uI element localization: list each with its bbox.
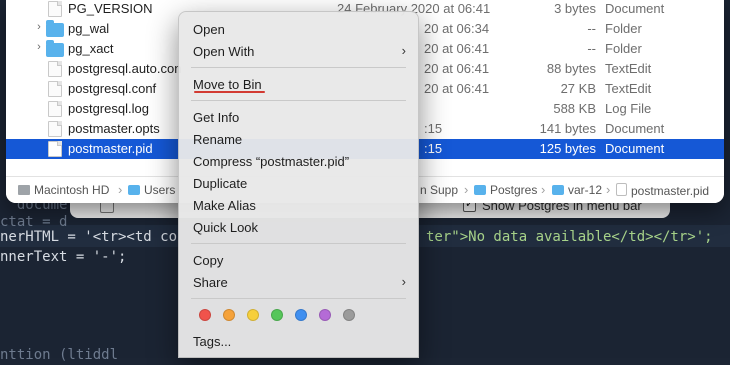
code-line-5: nttion (ltiddl bbox=[0, 347, 119, 363]
tag-color-dot[interactable] bbox=[319, 309, 331, 321]
menu-item-tags[interactable]: Tags... bbox=[193, 334, 231, 349]
file-kind: Log File bbox=[605, 101, 652, 116]
menu-separator bbox=[191, 67, 406, 68]
file-name: postgresql.conf bbox=[68, 81, 157, 96]
path-postgres[interactable]: Postgres bbox=[474, 183, 537, 197]
file-date: 20 at 06:41 bbox=[424, 41, 490, 56]
file-size: -- bbox=[587, 41, 596, 56]
folder-icon bbox=[128, 185, 140, 195]
folder-icon bbox=[552, 185, 564, 195]
menu-separator bbox=[191, 100, 406, 101]
document-icon bbox=[48, 141, 62, 157]
file-name: PG_VERSION bbox=[68, 1, 153, 16]
file-kind: Folder bbox=[605, 21, 642, 36]
file-name: postmaster.pid bbox=[68, 141, 153, 156]
menu-item-get-info[interactable]: Get Info bbox=[193, 110, 239, 125]
folder-icon bbox=[474, 185, 486, 195]
tag-color-dot[interactable] bbox=[247, 309, 259, 321]
menu-item-open-with[interactable]: Open With bbox=[193, 44, 254, 59]
path-separator: › bbox=[118, 182, 123, 197]
path-separator: › bbox=[541, 182, 546, 197]
file-date: :15 bbox=[424, 121, 443, 136]
path-support[interactable]: n Supp bbox=[420, 183, 458, 197]
menu-item-open[interactable]: Open bbox=[193, 22, 225, 37]
chevron-right-icon: › bbox=[401, 274, 406, 289]
file-date: 20 at 06:41 bbox=[424, 61, 490, 76]
document-icon bbox=[48, 81, 62, 97]
folder-icon bbox=[46, 20, 64, 37]
menu-separator bbox=[191, 243, 406, 244]
path-postmaster-pid[interactable]: postmaster.pid bbox=[616, 183, 709, 198]
annotation-underline bbox=[194, 91, 265, 93]
file-size: 125 bytes bbox=[539, 141, 596, 156]
menu-separator bbox=[191, 298, 406, 299]
code-line-4: nnerText = '-'; bbox=[0, 249, 127, 265]
menu-item-share[interactable]: Share bbox=[193, 275, 228, 290]
file-kind: Folder bbox=[605, 41, 642, 56]
path-separator: › bbox=[606, 182, 611, 197]
file-name: postgresql.auto.con bbox=[68, 61, 182, 76]
menu-item-rename[interactable]: Rename bbox=[193, 132, 242, 147]
tag-color-dot[interactable] bbox=[295, 309, 307, 321]
code-line-3: nerHTML = '<tr><td co bbox=[0, 229, 178, 245]
folder-icon bbox=[46, 40, 64, 57]
menu-item-quick-look[interactable]: Quick Look bbox=[193, 220, 258, 235]
file-name: postgresql.log bbox=[68, 101, 149, 116]
code-line-3-right: ter">No data available</td></tr>'; bbox=[426, 229, 713, 245]
file-name: pg_xact bbox=[68, 41, 114, 56]
path-var-12[interactable]: var-12 bbox=[552, 183, 602, 197]
file-kind: TextEdit bbox=[605, 61, 652, 76]
file-kind: TextEdit bbox=[605, 81, 652, 96]
menu-item-make-alias[interactable]: Make Alias bbox=[193, 198, 256, 213]
file-name: pg_wal bbox=[68, 21, 110, 36]
menu-item-compress[interactable]: Compress “postmaster.pid” bbox=[193, 154, 349, 169]
document-icon bbox=[48, 1, 62, 17]
file-size: 141 bytes bbox=[539, 121, 596, 136]
tag-color-dot[interactable] bbox=[343, 309, 355, 321]
menu-item-move-to-bin[interactable]: Move to Bin bbox=[193, 77, 262, 92]
hard-drive-icon bbox=[18, 185, 30, 195]
tag-color-dot[interactable] bbox=[199, 309, 211, 321]
document-icon bbox=[48, 61, 62, 77]
file-date: :15 bbox=[424, 141, 443, 156]
path-macintosh-hd[interactable]: Macintosh HD bbox=[18, 183, 109, 197]
file-size: -- bbox=[587, 21, 596, 36]
path-users[interactable]: Users bbox=[128, 183, 175, 197]
menu-item-copy[interactable]: Copy bbox=[193, 253, 223, 268]
file-kind: Document bbox=[605, 121, 665, 136]
file-name: postmaster.opts bbox=[68, 121, 160, 136]
document-icon bbox=[48, 121, 62, 137]
tag-color-dot[interactable] bbox=[223, 309, 235, 321]
document-icon bbox=[616, 183, 627, 196]
tag-color-dot[interactable] bbox=[271, 309, 283, 321]
chevron-right-icon: › bbox=[401, 43, 406, 58]
document-icon bbox=[48, 101, 62, 117]
file-date: 20 at 06:34 bbox=[424, 21, 490, 36]
file-size: 3 bytes bbox=[554, 1, 596, 16]
context-menu: Open Open With › Move to Bin Get Info Re… bbox=[178, 11, 419, 358]
menu-item-duplicate[interactable]: Duplicate bbox=[193, 176, 247, 191]
file-size: 88 bytes bbox=[546, 61, 596, 76]
file-kind: Document bbox=[605, 1, 665, 16]
file-kind: Document bbox=[605, 141, 665, 156]
path-separator: › bbox=[464, 182, 469, 197]
file-date: 20 at 06:41 bbox=[424, 81, 490, 96]
disclosure-triangle-icon[interactable]: › bbox=[34, 21, 44, 33]
disclosure-triangle-icon[interactable]: › bbox=[34, 41, 44, 53]
file-size: 588 KB bbox=[553, 101, 596, 116]
file-size: 27 KB bbox=[560, 81, 596, 96]
